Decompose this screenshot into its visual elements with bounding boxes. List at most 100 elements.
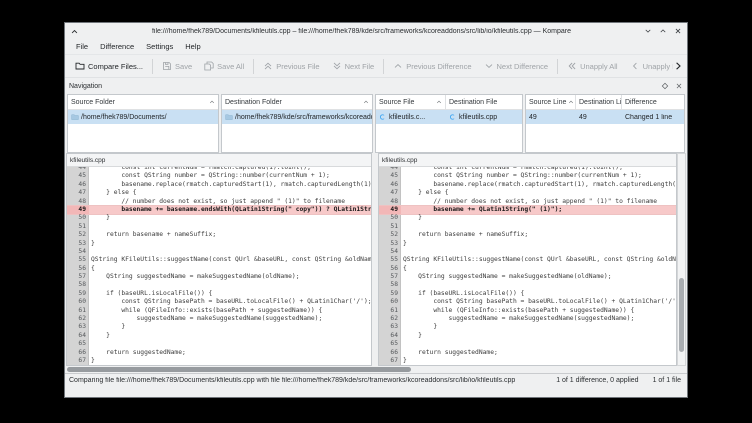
toolbar-button-label: Next Difference [497,62,549,71]
toolbar-overflow-button[interactable] [673,61,683,71]
toolbar-button-compare-files[interactable]: Compare Files... [69,56,149,76]
sort-ascending-icon [363,99,369,105]
source-folder-panel: Source Folder /home/fhek789/Documents/ [67,94,219,153]
code-line: 47 } else { [379,189,676,197]
code-line: 67} [67,357,371,365]
left-pane: kfileutils.cpp 44 const int currentNum =… [66,153,372,366]
line-number: 64 [67,332,89,340]
menu-help[interactable]: Help [179,40,206,53]
toolbar-separator [253,59,254,74]
chevron-down-icon [484,61,494,71]
code-text [401,340,676,348]
code-text: } [401,332,676,340]
toolbar-button-save[interactable]: Save [156,56,198,76]
cpp-file-icon: C [379,113,387,121]
line-number: 45 [67,172,89,180]
source-folder-value: /home/fhek789/Documents/ [81,114,167,121]
code-text [401,281,676,289]
line-number: 49 [67,206,89,214]
destination-file-value: kfileutils.cpp [459,114,497,121]
code-text: if (baseURL.isLocalFile()) { [89,290,371,298]
menu-settings[interactable]: Settings [140,40,179,53]
dock-close-icon[interactable] [675,82,683,90]
horizontal-scrollbar[interactable] [66,366,686,373]
difference-column-header[interactable]: Difference [622,95,684,109]
code-line: 52 return basename + nameSuffix; [67,231,371,239]
toolbar-button-unapply-difference[interactable]: Unapply Difference [624,56,673,76]
navigation-dock-title: Navigation [69,83,655,90]
right-code-area[interactable]: 44 const int currentNum = rmatch.capture… [379,167,676,365]
code-text: } [89,323,371,331]
dock-float-icon[interactable] [661,82,669,90]
code-text: basename += QLatin1String(" (1)"); [401,206,676,214]
line-number: 61 [379,307,401,315]
sort-ascending-icon [568,99,574,105]
code-line: 60 const QString basePath = baseURL.toLo… [379,298,676,306]
minimize-button[interactable] [644,27,652,35]
files-panel: Source File Destination File C kfileutil… [375,94,523,153]
changed-code-line[interactable]: 49 basename += QLatin1String(" (1)"); [379,206,676,214]
toolbar-button-unapply-all[interactable]: Unapply All [561,56,624,76]
difference-row[interactable]: 49 49 Changed 1 line [526,110,684,124]
code-line: 55QString KFileUtils::suggestName(const … [379,256,676,264]
code-text: } [89,214,371,222]
menu-difference[interactable]: Difference [94,40,140,53]
line-number: 48 [67,198,89,206]
code-line: 48 // number does not exist, so just app… [67,198,371,206]
code-text [89,248,371,256]
horizontal-scrollbar-thumb[interactable] [67,367,411,372]
code-line: 46 basename.replace(rmatch.capturedStart… [67,181,371,189]
code-text [89,223,371,231]
line-number: 59 [67,290,89,298]
toolbar-button-next-difference[interactable]: Next Difference [478,56,555,76]
files-row[interactable]: C kfileutils.c... C kfileutils.cpp [376,110,522,124]
line-number: 58 [67,281,89,289]
left-code-area[interactable]: 44 const int currentNum = rmatch.capture… [67,167,371,365]
toolbar-button-previous-difference[interactable]: Previous Difference [387,56,477,76]
code-line: 46 basename.replace(rmatch.capturedStart… [379,181,676,189]
toolbar-button-next-file[interactable]: Next File [326,56,381,76]
code-text: suggestedName = makeSuggestedName(sugges… [89,315,371,323]
code-line: 45 const QString number = QString::numbe… [67,172,371,180]
line-number: 54 [67,248,89,256]
statusbar: Comparing file file:///home/fhek789/Docu… [65,373,687,397]
menu-file[interactable]: File [70,40,94,53]
toolbar-button-previous-file[interactable]: Previous File [257,56,325,76]
source-folder-row[interactable]: /home/fhek789/Documents/ [68,110,218,124]
vertical-scrollbar[interactable] [677,153,686,366]
code-line: 55QString KFileUtils::suggestName(const … [67,256,371,264]
line-number: 60 [379,298,401,306]
code-line: 64 } [67,332,371,340]
maximize-button[interactable] [659,27,667,35]
destination-folder-column-header[interactable]: Destination Folder [222,95,372,109]
code-text: basename += basename.endsWith(QLatin1Str… [89,206,371,214]
line-number: 57 [379,273,401,281]
destination-line-column-header[interactable]: Destination Line [576,95,622,109]
line-number: 62 [67,315,89,323]
line-number: 48 [379,198,401,206]
code-line: 66 return suggestedName; [379,349,676,357]
code-text: suggestedName = makeSuggestedName(sugges… [401,315,676,323]
chevron-up-icon [393,61,403,71]
destination-file-column-header[interactable]: Destination File [446,95,522,109]
line-number: 63 [379,323,401,331]
code-text: } [89,240,371,248]
column-label: Destination Folder [225,99,282,106]
line-number: 52 [67,231,89,239]
changed-code-line[interactable]: 49 basename += basename.endsWith(QLatin1… [67,206,371,214]
destination-folder-row[interactable]: /home/fhek789/kde/src/frameworks/kcoread… [222,110,372,124]
source-line-column-header[interactable]: Source Line [526,95,576,109]
toolbar-button-save-all[interactable]: Save All [198,56,250,76]
svg-text:C: C [450,114,455,121]
vertical-scrollbar-thumb[interactable] [679,278,684,352]
line-number: 65 [379,340,401,348]
difference-value: Changed 1 line [625,114,672,121]
code-line: 67} [379,357,676,365]
code-line: 51 [379,223,676,231]
menubar: File Difference Settings Help [65,39,687,54]
close-button[interactable] [674,27,682,35]
svg-text:C: C [380,114,385,121]
source-folder-column-header[interactable]: Source Folder [68,95,218,109]
titlebar: file:///home/fhek789/Documents/kfileutil… [65,23,687,39]
source-file-column-header[interactable]: Source File [376,95,446,109]
